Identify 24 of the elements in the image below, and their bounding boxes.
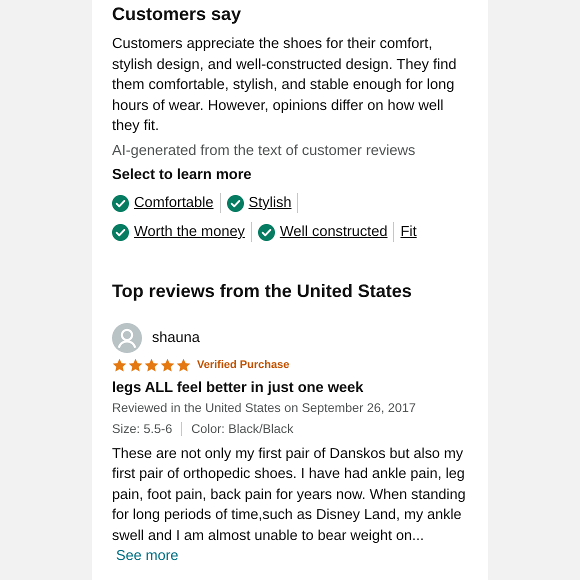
section-heading: Customers say	[112, 3, 242, 25]
aspect-link[interactable]: Fit	[400, 224, 417, 240]
review-date: Reviewed in the United States on September 26, 2017	[112, 400, 417, 417]
star-icon	[128, 358, 143, 372]
review-body: These are not only my first pair of Danskos but also my first pair of orthopedic shoes. I have had ankle pain, leg pain, foot pain, back pain for years now. When standing for long periods of time,such as Disney Land, my ankle swell and I am almost unable to bear weight on... See more	[112, 444, 467, 566]
aspect-link[interactable]: Worth the money	[112, 224, 245, 240]
see-more-link[interactable]: See more	[116, 548, 178, 564]
star-icon	[160, 358, 175, 372]
star-icon	[176, 358, 191, 372]
star-icon	[112, 358, 127, 372]
verified-label: Verified Purchase	[197, 359, 290, 371]
author-name: shauna	[152, 330, 200, 346]
prompt-label: Select to learn more	[112, 166, 253, 184]
aspect-link[interactable]: Well constructed	[258, 224, 388, 240]
size-label: Size: 5.5-6	[112, 420, 172, 438]
summary-text: Customers appreciate the shoes for their comfort, stylish design, and well-constructed design. They find them comfortable, stylish, and stable enough for long hours of wear. However, opinions differ on how well they fit.	[112, 35, 457, 136]
section-heading: Top reviews from the United States	[112, 280, 413, 302]
aspect-link[interactable]: Comfortable	[112, 194, 214, 212]
ai-note: AI-generated from the text of customer reviews	[112, 142, 416, 160]
aspect-link[interactable]: Stylish	[226, 194, 292, 212]
review-title: legs ALL feel better in just one week	[112, 378, 364, 398]
star-icon	[144, 358, 159, 372]
color-label: Color: Black/Black	[191, 420, 294, 438]
avatar-icon	[112, 322, 142, 352]
